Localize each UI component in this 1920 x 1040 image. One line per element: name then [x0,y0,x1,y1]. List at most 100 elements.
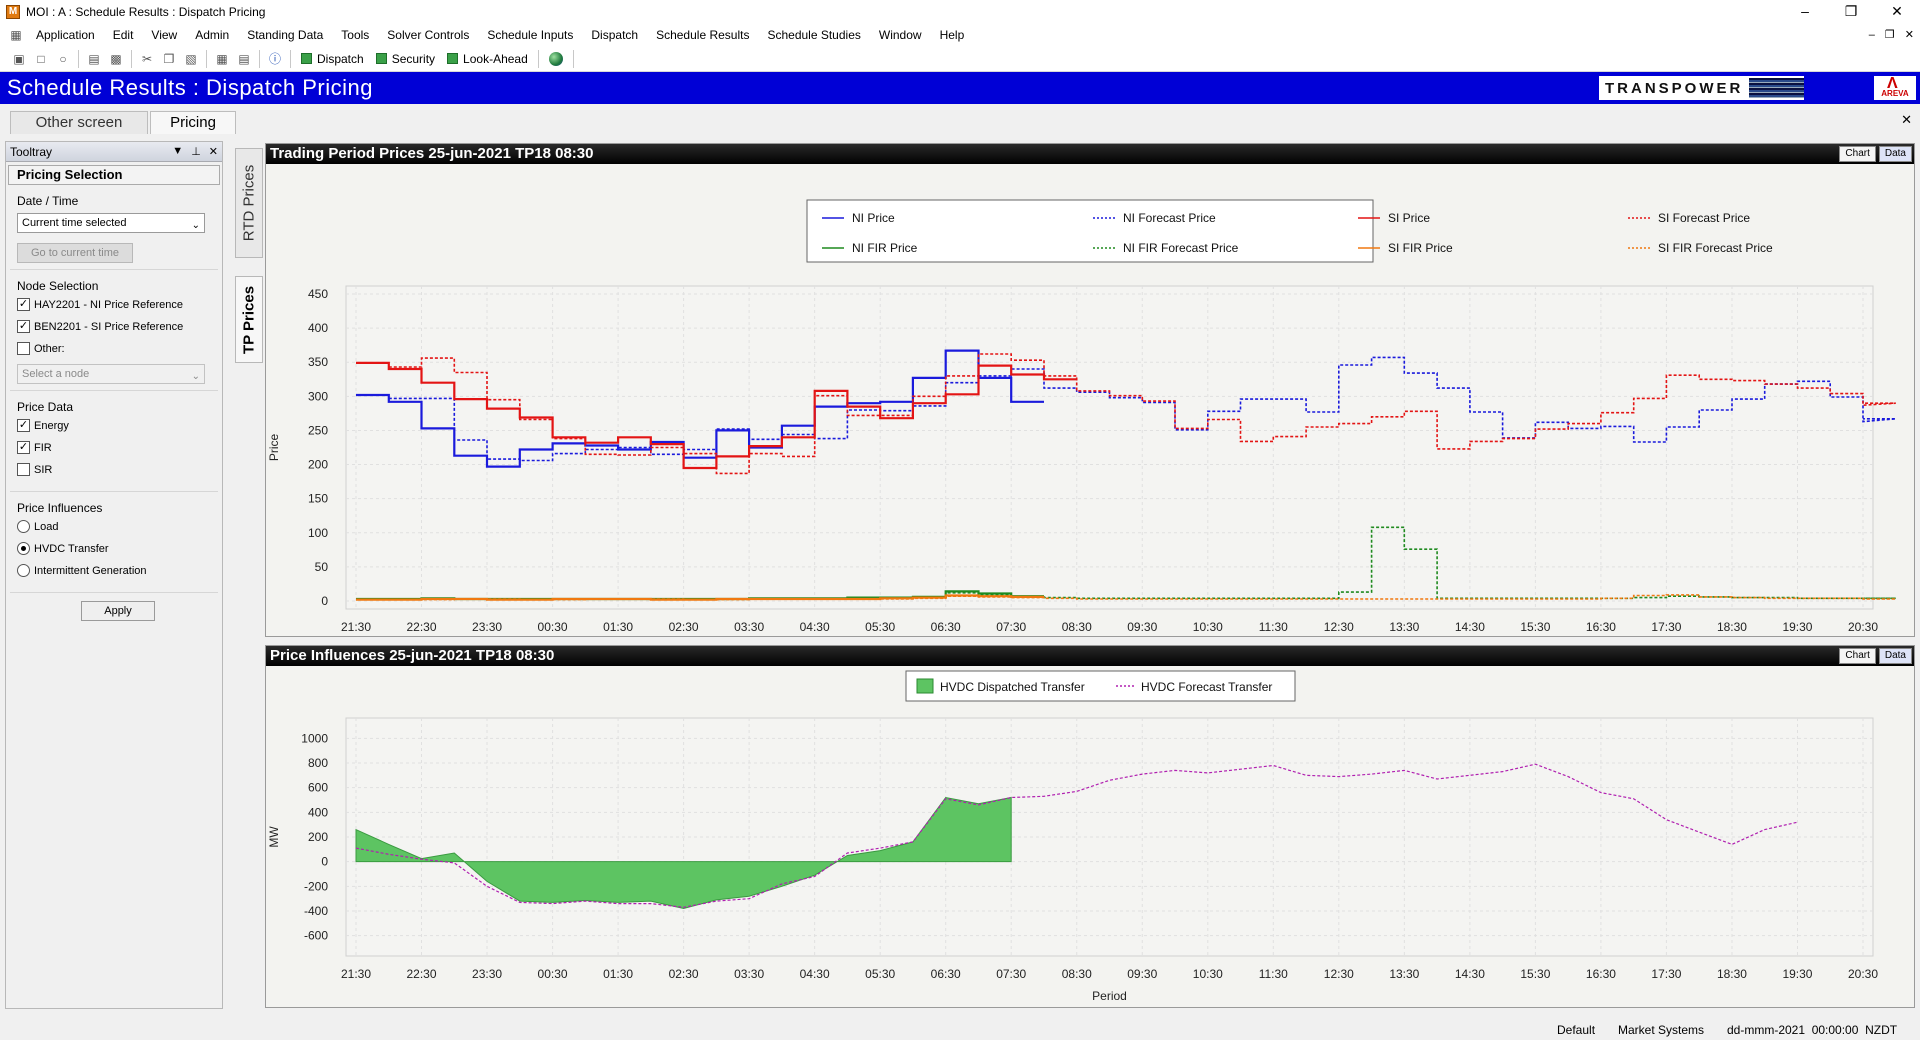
node-selection-group: Node Selection ✓ HAY2201 - NI Price Refer… [10,272,218,391]
trading-period-prices-panel: Trading Period Prices 25-jun-2021 TP18 0… [265,143,1915,656]
app-menu-icon[interactable]: ▦ [8,27,24,43]
menu-schedule-inputs[interactable]: Schedule Inputs [478,24,582,46]
node1-checkbox[interactable]: ✓ HAY2201 - NI Price Reference [17,298,211,311]
grid-icon[interactable]: ▦ [214,51,230,67]
x-axis-label: Period [1092,989,1127,1003]
lookahead-icon [447,53,459,64]
node-select[interactable]: Select a node ⌄ [17,364,205,384]
menu-admin[interactable]: Admin [186,24,238,46]
y-axis-label: Price [267,434,281,462]
lookahead-button[interactable]: Look-Ahead [447,52,528,66]
menu-edit[interactable]: Edit [104,24,143,46]
table-icon[interactable]: ▤ [236,51,252,67]
menu-schedule-results[interactable]: Schedule Results [647,24,758,46]
chart-view-button[interactable]: Chart [1839,648,1876,664]
tab-rtd-prices[interactable]: RTD Prices [235,148,263,258]
data-view-button[interactable]: Data [1878,648,1912,664]
price-influences-group: Price Influences Load HVDC Transfer Inte… [10,494,218,593]
x-tick-label: 06:30 [931,620,961,634]
chart-view-button[interactable]: Chart [1839,146,1876,162]
mdi-minimize-icon[interactable]: – [1869,24,1875,46]
y-tick-label: 250 [308,423,328,437]
menu-dispatch[interactable]: Dispatch [582,24,647,46]
radio-selected-icon [17,542,30,555]
node2-checkbox[interactable]: ✓ BEN2201 - SI Price Reference [17,320,211,333]
menu-solver-controls[interactable]: Solver Controls [378,24,478,46]
y-tick-label: -600 [304,929,328,943]
menu-view[interactable]: View [142,24,186,46]
mdi-close-icon[interactable]: ✕ [1905,24,1914,46]
x-tick-label: 01:30 [603,967,633,981]
tooltray-close-icon[interactable]: ✕ [209,145,218,158]
transpower-logo-text: TRANSPOWER [1605,79,1744,97]
menu-window[interactable]: Window [870,24,931,46]
toolbar-separator [259,49,260,68]
security-button[interactable]: Security [375,52,435,66]
tab-tp-prices[interactable]: TP Prices [235,276,263,363]
radio-icon [17,564,30,577]
x-tick-label: 19:30 [1782,967,1812,981]
prices-chart: 0 50 100 150 200 250 300 350 400 450 21:30 22:30 23:… [267,199,1896,656]
legend-entry: SI FIR Price [1388,241,1453,255]
load-radio[interactable]: Load [17,520,211,533]
x-tick-label: 10:30 [1193,967,1223,981]
print-preview-icon[interactable]: ▩ [108,51,124,67]
date-time-value: Current time selected [22,217,127,229]
tab-close-icon[interactable]: ✕ [1901,112,1912,128]
intermittent-generation-radio[interactable]: Intermittent Generation [17,564,211,577]
page-banner: Schedule Results : Dispatch Pricing TRAN… [0,72,1920,104]
apply-button[interactable]: Apply [81,601,155,621]
menu-standing-data[interactable]: Standing Data [238,24,332,46]
new-document-icon[interactable]: □ [33,51,49,67]
y-tick-label: 350 [308,355,328,369]
fir-checkbox[interactable]: ✓ FIR [17,441,211,454]
sir-checkbox[interactable]: SIR [17,463,211,476]
cut-icon[interactable]: ✂ [139,51,155,67]
open-icon[interactable]: ○ [55,51,71,67]
y-tick-label: 600 [308,781,328,795]
x-tick-label: 03:30 [734,620,764,634]
areva-logo: Λ AREVA [1874,75,1916,100]
minimize-icon[interactable]: – [1782,0,1828,24]
x-tick-label: 11:30 [1259,967,1288,981]
y-tick-label: 300 [308,389,328,403]
print-icon[interactable]: ▤ [86,51,102,67]
dropdown-icon[interactable]: ▼ [172,145,183,158]
menu-help[interactable]: Help [931,24,974,46]
hvdc-transfer-radio[interactable]: HVDC Transfer [17,542,211,555]
x-tick-label: 04:30 [800,967,830,981]
restore-icon[interactable]: ❐ [1828,0,1874,24]
price-influences-header: Price Influences 25-jun-2021 TP18 08:30 … [266,646,1914,666]
data-view-button[interactable]: Data [1878,146,1912,162]
other-node-checkbox[interactable]: Other: [17,342,211,355]
menu-application[interactable]: Application [27,24,104,46]
toolbar-separator [206,49,207,68]
mdi-restore-icon[interactable]: ❐ [1885,24,1895,46]
toolbar-separator [572,49,574,68]
trading-period-prices-header: Trading Period Prices 25-jun-2021 TP18 0… [266,144,1914,164]
date-time-select[interactable]: Current time selected ⌄ [17,213,205,233]
sir-label: SIR [34,463,53,476]
close-icon[interactable]: ✕ [1874,0,1920,24]
x-tick-label: 17:30 [1651,620,1681,634]
legend-entry: NI FIR Price [852,241,918,255]
menu-tools[interactable]: Tools [332,24,378,46]
energy-checkbox[interactable]: ✓ Energy [17,419,211,432]
x-tick-label: 14:30 [1455,620,1485,634]
help-icon[interactable]: ⓘ [267,51,283,67]
go-to-current-time-button[interactable]: Go to current time [17,243,133,263]
copy-icon[interactable]: ❐ [161,51,177,67]
app-icon: M [6,5,20,19]
legend-entry: HVDC Forecast Transfer [1141,680,1272,694]
tab-pricing[interactable]: Pricing [150,111,236,134]
tab-other-screen[interactable]: Other screen [10,111,148,134]
menu-schedule-studies[interactable]: Schedule Studies [758,24,869,46]
dispatch-button[interactable]: Dispatch [301,52,364,66]
x-tick-label: 07:30 [996,620,1026,634]
globe-icon[interactable] [548,51,563,66]
x-tick-label: 20:30 [1848,620,1878,634]
pin-icon[interactable]: ⊥ [191,145,201,158]
save-icon[interactable]: ▣ [11,51,27,67]
node2-label: BEN2201 - SI Price Reference [34,320,184,333]
paste-icon[interactable]: ▧ [183,51,199,67]
